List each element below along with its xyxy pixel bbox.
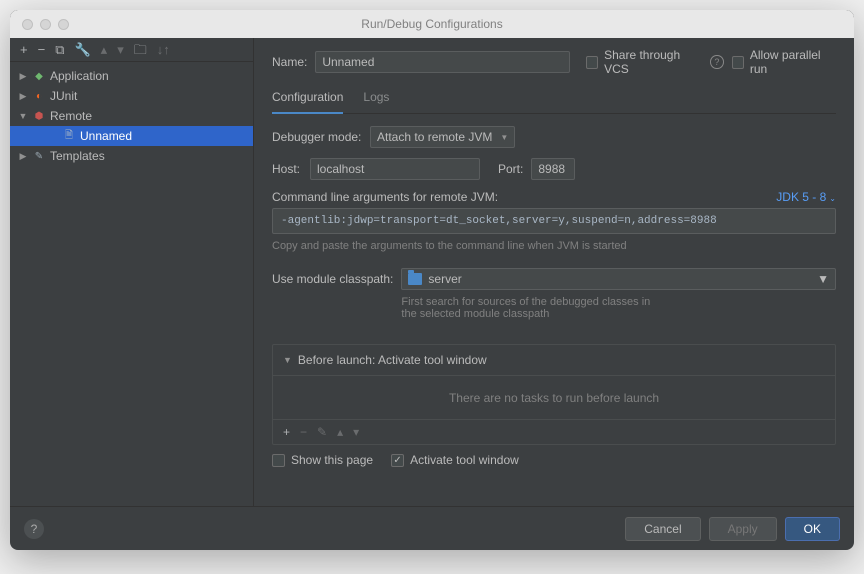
combo-value: Attach to remote JVM <box>377 130 492 144</box>
module-row: Use module classpath: server ▼ First sea… <box>272 268 836 320</box>
config-tree: ▶ ◆ Application ▶ ◐ JUnit ▼ ⬢ Remote 🗎 <box>10 62 253 506</box>
chevron-down-icon: ⌄ <box>829 194 836 203</box>
junit-icon: ◐ <box>32 89 46 103</box>
chevron-down-icon: ▼ <box>500 133 508 142</box>
edit-task-icon[interactable]: ✎ <box>317 425 327 439</box>
jdk-version-link[interactable]: JDK 5 - 8⌄ <box>776 190 836 204</box>
chevron-right-icon: ▶ <box>18 91 28 102</box>
tree-label: JUnit <box>50 89 77 103</box>
module-value: server <box>428 272 461 286</box>
checkbox-checked-icon: ✓ <box>391 454 404 467</box>
module-label: Use module classpath: <box>272 268 393 286</box>
activate-window-label: Activate tool window <box>410 453 519 467</box>
cmdline-hint: Copy and paste the arguments to the comm… <box>272 240 836 252</box>
file-icon: 🗎 <box>62 129 76 143</box>
chevron-down-icon: ▼ <box>817 272 829 286</box>
tree-item-unnamed[interactable]: 🗎 Unnamed <box>10 126 253 146</box>
sort-icon[interactable]: ↓↑ <box>157 43 170 56</box>
tree-label: Unnamed <box>80 129 132 143</box>
host-label: Host: <box>272 162 302 176</box>
name-label: Name: <box>272 55 307 69</box>
tabs: Configuration Logs <box>272 86 836 114</box>
launch-options-row: Show this page ✓ Activate tool window <box>272 453 836 467</box>
minimize-icon[interactable] <box>40 19 51 30</box>
before-launch-section: ▼ Before launch: Activate tool window Th… <box>272 344 836 445</box>
checkbox-icon <box>272 454 285 467</box>
cmdline-field[interactable]: -agentlib:jdwp=transport=dt_socket,serve… <box>272 208 836 234</box>
folder-icon[interactable]: 🗀 <box>134 43 147 56</box>
add-task-icon[interactable]: + <box>283 425 290 439</box>
port-input[interactable] <box>531 158 575 180</box>
tab-configuration[interactable]: Configuration <box>272 86 343 114</box>
footer: ? Cancel Apply OK <box>10 506 854 550</box>
task-list-empty: There are no tasks to run before launch <box>273 375 835 419</box>
show-page-label: Show this page <box>291 453 373 467</box>
down-task-icon[interactable]: ▾ <box>353 425 359 439</box>
module-icon <box>408 273 422 285</box>
parallel-run-checkbox[interactable]: Allow parallel run <box>732 48 836 76</box>
tree-item-templates[interactable]: ▶ ✎ Templates <box>10 146 253 166</box>
chevron-down-icon: ▼ <box>283 355 292 365</box>
debugger-mode-combo[interactable]: Attach to remote JVM ▼ <box>370 126 515 148</box>
tree-item-application[interactable]: ▶ ◆ Application <box>10 66 253 86</box>
share-label: Share through VCS <box>604 48 702 76</box>
cmdline-label-row: Command line arguments for remote JVM: J… <box>272 190 836 204</box>
down-icon[interactable]: ▾ <box>117 43 124 56</box>
up-task-icon[interactable]: ▴ <box>337 425 343 439</box>
application-icon: ◆ <box>32 69 46 83</box>
host-port-row: Host: Port: <box>272 158 836 180</box>
dialog-window: Run/Debug Configurations + − ⧉ 🔧 ▴ ▾ 🗀 ↓… <box>10 10 854 550</box>
help-icon[interactable]: ? <box>710 55 723 69</box>
parallel-label: Allow parallel run <box>750 48 836 76</box>
window-title: Run/Debug Configurations <box>10 17 854 31</box>
sidebar: + − ⧉ 🔧 ▴ ▾ 🗀 ↓↑ ▶ ◆ Application ▶ ◐ JUn… <box>10 38 254 506</box>
show-page-checkbox[interactable]: Show this page <box>272 453 373 467</box>
up-icon[interactable]: ▴ <box>101 43 108 56</box>
host-input[interactable] <box>310 158 480 180</box>
remove-icon[interactable]: − <box>38 43 46 56</box>
remove-task-icon[interactable]: − <box>300 425 307 439</box>
checkbox-icon <box>586 56 598 69</box>
port-label: Port: <box>498 162 523 176</box>
tree-label: Application <box>50 69 109 83</box>
debugger-mode-label: Debugger mode: <box>272 130 362 144</box>
ok-button[interactable]: OK <box>785 517 840 541</box>
close-icon[interactable] <box>22 19 33 30</box>
share-vcs-checkbox[interactable]: Share through VCS <box>586 48 702 76</box>
before-launch-title: Before launch: Activate tool window <box>298 353 487 367</box>
tree-label: Templates <box>50 149 105 163</box>
chevron-down-icon: ▼ <box>18 111 28 121</box>
tab-logs[interactable]: Logs <box>363 86 389 113</box>
name-row: Name: Share through VCS ? Allow parallel… <box>272 48 836 76</box>
sidebar-toolbar: + − ⧉ 🔧 ▴ ▾ 🗀 ↓↑ <box>10 38 253 62</box>
module-classpath-combo[interactable]: server ▼ <box>401 268 836 290</box>
tree-item-remote[interactable]: ▼ ⬢ Remote <box>10 106 253 126</box>
activate-window-checkbox[interactable]: ✓ Activate tool window <box>391 453 519 467</box>
before-launch-header[interactable]: ▼ Before launch: Activate tool window <box>273 345 835 375</box>
apply-button[interactable]: Apply <box>709 517 777 541</box>
tree-item-junit[interactable]: ▶ ◐ JUnit <box>10 86 253 106</box>
checkbox-icon <box>732 56 744 69</box>
titlebar: Run/Debug Configurations <box>10 10 854 38</box>
templates-icon: ✎ <box>32 149 46 163</box>
window-controls <box>10 19 69 30</box>
chevron-right-icon: ▶ <box>18 71 28 82</box>
help-button[interactable]: ? <box>24 519 44 539</box>
remote-icon: ⬢ <box>32 109 46 123</box>
debugger-mode-row: Debugger mode: Attach to remote JVM ▼ <box>272 126 836 148</box>
copy-icon[interactable]: ⧉ <box>55 43 64 56</box>
content-area: + − ⧉ 🔧 ▴ ▾ 🗀 ↓↑ ▶ ◆ Application ▶ ◐ JUn… <box>10 38 854 506</box>
main-panel: Name: Share through VCS ? Allow parallel… <box>254 38 854 506</box>
cmdline-label: Command line arguments for remote JVM: <box>272 190 498 204</box>
cancel-button[interactable]: Cancel <box>625 517 700 541</box>
tree-label: Remote <box>50 109 92 123</box>
module-hint: First search for sources of the debugged… <box>401 296 661 320</box>
maximize-icon[interactable] <box>58 19 69 30</box>
name-input[interactable] <box>315 51 569 73</box>
chevron-right-icon: ▶ <box>18 151 28 162</box>
add-icon[interactable]: + <box>20 43 28 56</box>
wrench-icon[interactable]: 🔧 <box>74 43 90 56</box>
task-toolbar: + − ✎ ▴ ▾ <box>273 419 835 444</box>
